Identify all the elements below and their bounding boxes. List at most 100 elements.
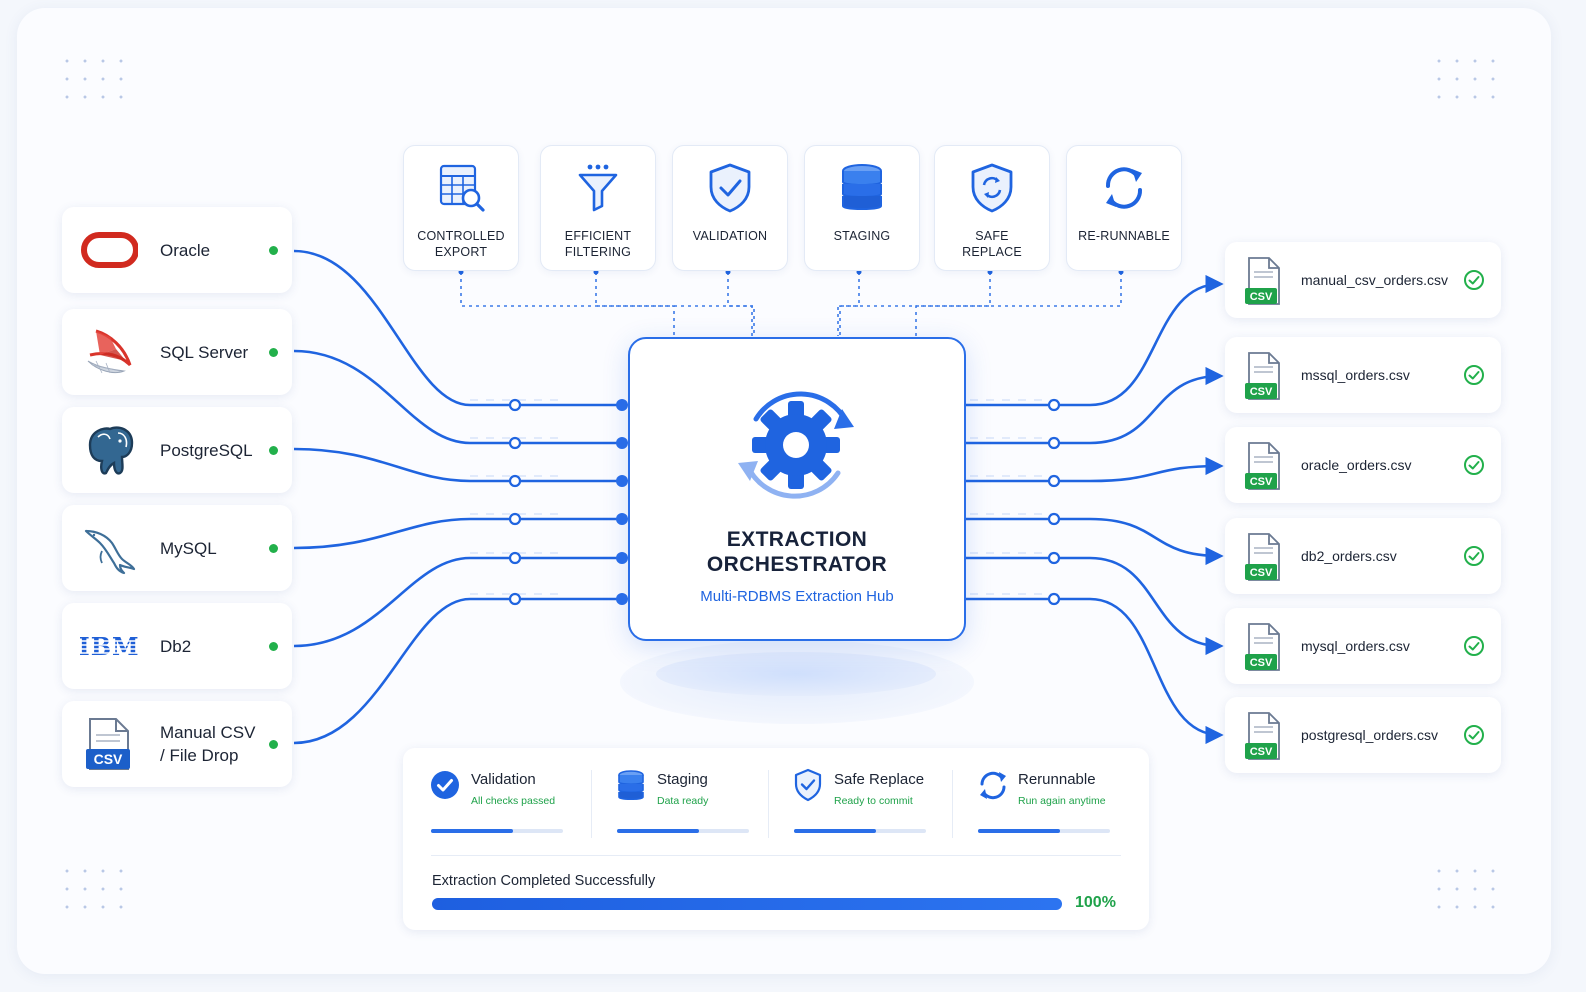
check-circle-icon (1464, 725, 1484, 745)
status-dot (269, 642, 278, 651)
wire-glow (502, 437, 510, 439)
svg-text:CSV: CSV (94, 751, 123, 767)
extraction-orchestrator-hub[interactable]: EXTRACTION ORCHESTRATOR Multi-RDBMS Extr… (628, 337, 966, 641)
wire-glow (1018, 552, 1026, 554)
csv-file-icon: CSV (1245, 257, 1280, 305)
output-connector (962, 366, 1224, 445)
wire-glow (970, 593, 978, 595)
output-file-card[interactable]: CSV postgresql_orders.csv (1225, 697, 1501, 773)
wire-glow (486, 552, 494, 554)
output-filename: mssql_orders.csv (1301, 367, 1410, 383)
feature-efficient-filtering[interactable]: EFFICIENT FILTERING (540, 145, 656, 271)
shield-check-icon (794, 768, 822, 802)
feature-connector (837, 272, 860, 336)
shield-sync-icon (971, 163, 1013, 213)
source-connector (293, 597, 622, 745)
wire-glow (534, 513, 542, 515)
wire-glow (1018, 399, 1026, 401)
feature-controlled-export[interactable]: CONTROLLED EXPORT (403, 145, 519, 271)
wire-node (508, 474, 522, 488)
wire-glow (470, 593, 478, 595)
wire-node (508, 436, 522, 450)
wire-glow (502, 593, 510, 595)
feature-validation[interactable]: VALIDATION (672, 145, 788, 271)
feature-staging[interactable]: STAGING (804, 145, 920, 271)
feature-label: VALIDATION (692, 229, 768, 243)
source-mysql[interactable]: MySQL (62, 505, 292, 591)
stage-progress-fill (431, 829, 513, 833)
output-file-card[interactable]: CSV mysql_orders.csv (1225, 608, 1501, 684)
wire-glow (1034, 593, 1042, 595)
wire-glow (486, 593, 494, 595)
refresh-icon (980, 771, 1006, 800)
source-name: Manual CSV / File Drop (160, 723, 256, 765)
hub-subtitle: Multi-RDBMS Extraction Hub (700, 588, 894, 605)
svg-text:CSV: CSV (1250, 291, 1273, 303)
output-filename: manual_csv_orders.csv (1301, 272, 1449, 288)
wire-node (508, 512, 522, 526)
wire-glow (550, 552, 558, 554)
svg-text:IBM: IBM (80, 632, 138, 661)
stage-subtitle: Run again anytime (1018, 795, 1106, 807)
wire-glow (502, 475, 510, 477)
source-sql-server[interactable]: SQL Server (62, 309, 292, 395)
source-db2[interactable]: IBM Db2 (62, 603, 292, 689)
output-connector (962, 456, 1224, 483)
feature-connector (727, 272, 755, 336)
output-filename: oracle_orders.csv (1301, 457, 1412, 473)
source-name: PostgreSQL (160, 440, 253, 460)
output-file-card[interactable]: CSV mssql_orders.csv (1225, 337, 1501, 413)
output-file-card[interactable]: CSV db2_orders.csv (1225, 518, 1501, 594)
wire-node (1047, 551, 1061, 565)
stage-safe-replace: Safe Replace Ready to commit (792, 768, 962, 848)
output-file-card[interactable]: CSV manual_csv_orders.csv (1225, 242, 1501, 318)
source-oracle[interactable]: Oracle (62, 207, 292, 293)
wire-glow (1034, 475, 1042, 477)
feature-re-runnable[interactable]: RE-RUNNABLE (1066, 145, 1182, 271)
source-postgresql[interactable]: PostgreSQL (62, 407, 292, 493)
refresh-icon (1106, 167, 1142, 209)
hub-port (616, 399, 628, 411)
feature-safe-replace[interactable]: SAFE REPLACE (934, 145, 1050, 271)
ibm-logo: IBM (80, 632, 138, 661)
wire-glow (970, 437, 978, 439)
wire-glow (470, 399, 478, 401)
status-dot (269, 446, 278, 455)
wire-glow (534, 437, 542, 439)
check-circle-icon (431, 771, 459, 799)
wire-glow (970, 513, 978, 515)
table-search-icon (439, 164, 485, 212)
sql-server-logo (87, 329, 132, 374)
check-circle-icon (1464, 270, 1484, 290)
wire-node (508, 592, 522, 606)
stage-progress-bar (978, 829, 1110, 833)
hub-port (616, 437, 628, 449)
feature-label: EFFICIENT FILTERING (564, 229, 632, 259)
source-name: Oracle (160, 240, 211, 260)
wire-node (508, 398, 522, 412)
output-file-card[interactable]: CSV oracle_orders.csv (1225, 427, 1501, 503)
wire-glow (502, 399, 510, 401)
stage-progress-fill (617, 829, 699, 833)
source-name: SQL Server (160, 342, 249, 362)
csv-file-icon: CSV (1245, 712, 1280, 760)
wire-glow (1034, 513, 1042, 515)
wire-glow (1034, 552, 1042, 554)
wire-glow (1018, 437, 1026, 439)
feature-label: SAFE REPLACE (962, 229, 1022, 259)
wire-node (1047, 512, 1061, 526)
wire-glow (1002, 475, 1010, 477)
database-icon (842, 164, 882, 210)
completion-percent: 100% (1075, 894, 1116, 911)
csv-file-icon: CSV (1245, 533, 1280, 581)
wire-glow (1002, 437, 1010, 439)
output-filename: postgresql_orders.csv (1301, 727, 1438, 743)
stage-subtitle: All checks passed (471, 795, 556, 807)
svg-text:CSV: CSV (1250, 386, 1273, 398)
svg-text:CSV: CSV (1250, 476, 1273, 488)
check-circle-icon (1464, 365, 1484, 385)
hub-port (616, 513, 628, 525)
source-manual-csv[interactable]: CSV Manual CSV / File Drop (62, 701, 292, 787)
oracle-logo (81, 232, 138, 268)
hub-port (616, 552, 628, 564)
